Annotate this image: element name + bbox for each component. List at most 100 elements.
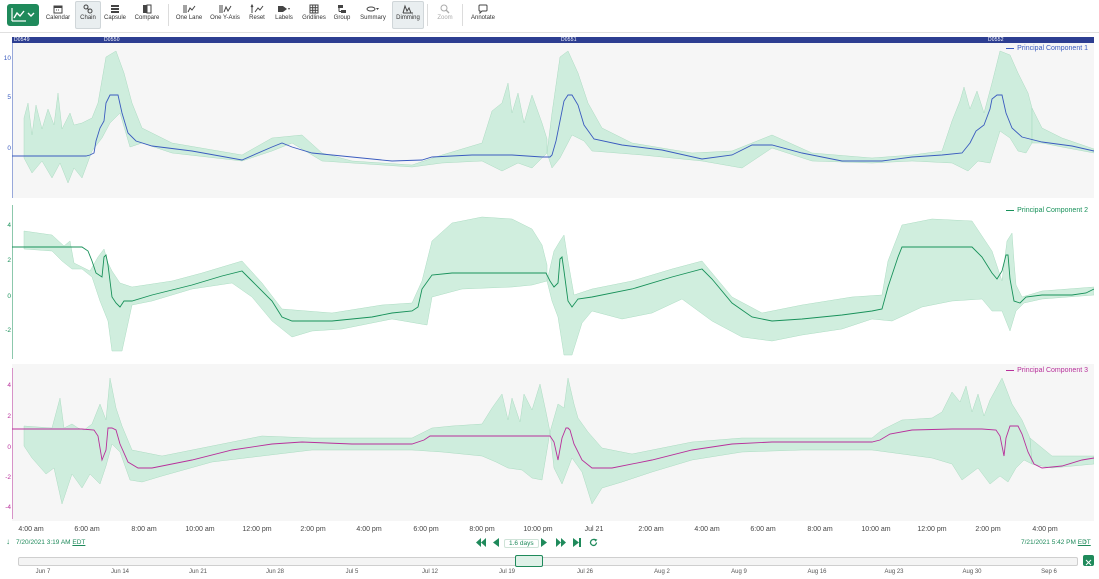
lane-principal-component-1: 10 5 0 Principal Component 1	[4, 43, 1094, 198]
chain-label: Chain	[80, 15, 96, 21]
gridlines-label: Gridlines	[302, 15, 326, 21]
dimming-icon	[402, 4, 413, 14]
pc1-legend-swatch	[1006, 48, 1015, 49]
pc1-ytick: 0	[7, 145, 11, 152]
zoom-label: Zoom	[437, 15, 453, 21]
start-date[interactable]: 7/20/2021 3:19 AM EDT	[16, 539, 85, 546]
labels-button[interactable]: Labels	[272, 2, 296, 28]
x-tick: 10:00 am	[185, 526, 215, 533]
pc3-band-d0551	[549, 377, 1033, 505]
arrow-down-icon[interactable]: ↓	[6, 537, 10, 546]
timeline-tick: Jul 19	[498, 569, 516, 575]
pc3-ytick: -4	[5, 504, 11, 511]
refresh-icon[interactable]	[589, 538, 598, 549]
capsule-button[interactable]: Capsule	[102, 2, 128, 28]
calendar-label: Calendar	[45, 15, 71, 21]
toolbar-separator	[168, 4, 169, 26]
end-date[interactable]: 7/21/2021 5:42 PM EDT	[1021, 539, 1091, 546]
pc1-ytick: 10	[3, 55, 11, 62]
x-tick: 6:00 am	[74, 526, 100, 533]
step-forward-icon[interactable]	[541, 538, 547, 549]
pc3-legend[interactable]: Principal Component 3	[1006, 367, 1088, 374]
one-lane-button[interactable]: One Lane	[174, 2, 204, 28]
timeline-tick: Jun 21	[188, 569, 208, 575]
chain-button[interactable]: Chain	[75, 1, 101, 29]
reset-icon	[250, 4, 264, 13]
step-forward-far-icon[interactable]	[556, 538, 566, 549]
pc1-ytick: 5	[7, 94, 11, 101]
pc3-ytick: 0	[7, 444, 11, 451]
summary-button[interactable]: Summary	[358, 2, 388, 28]
start-timezone[interactable]: EDT	[72, 539, 85, 546]
pc3-ytick: 4	[7, 382, 11, 389]
pc1-band-d0550	[23, 50, 548, 184]
capsule-label[interactable]: D0552	[988, 37, 1004, 43]
dimming-label: Dimming	[396, 15, 420, 21]
compare-label: Compare	[134, 15, 160, 21]
dimming-button[interactable]: Dimming	[392, 1, 424, 29]
pc3-band-d0552	[1029, 437, 1094, 469]
toolbar-separator	[462, 4, 463, 26]
timeline-toggle-button[interactable]	[1083, 555, 1094, 566]
annotate-label: Annotate	[470, 15, 496, 21]
calendar-button[interactable]: Calendar	[45, 2, 71, 28]
toolbar-separator	[427, 4, 428, 26]
step-back-far-icon[interactable]	[476, 538, 486, 549]
group-button[interactable]: Group	[331, 2, 353, 28]
pc1-legend[interactable]: Principal Component 1	[1006, 45, 1088, 52]
timeline-tick: Jul 5	[345, 569, 359, 575]
gridlines-button[interactable]: Gridlines	[300, 2, 328, 28]
x-tick: 4:00 pm	[356, 526, 382, 533]
timeline-tick: Jul 12	[421, 569, 439, 575]
zoom-icon	[440, 4, 450, 14]
capsule-label[interactable]: D0551	[561, 37, 577, 43]
reset-button[interactable]: Reset	[246, 2, 268, 28]
capsule-label[interactable]: D0550	[104, 37, 120, 43]
pc2-legend-swatch	[1006, 210, 1015, 211]
pc3-plot	[12, 368, 1094, 519]
timeline-tick: Aug 30	[962, 569, 982, 575]
pc2-legend[interactable]: Principal Component 2	[1006, 207, 1088, 214]
timeline-window-handle[interactable]	[515, 555, 543, 567]
timeline-tick: Jun 7	[35, 569, 51, 575]
link-icon	[83, 4, 93, 14]
pc2-legend-label: Principal Component 2	[1017, 207, 1088, 214]
pc2-ytick: 4	[7, 222, 11, 229]
pc2-ytick: 2	[7, 257, 11, 264]
compare-button[interactable]: Compare	[133, 2, 161, 28]
start-date-value[interactable]: 7/20/2021 3:19 AM	[16, 539, 71, 546]
one-y-axis-button[interactable]: One Y-Axis	[208, 2, 242, 28]
one-y-axis-icon	[219, 5, 232, 13]
timeline-tick: Sep 6	[1041, 569, 1057, 575]
capsule-label[interactable]: D0549	[14, 37, 30, 43]
trend-view-button[interactable]	[7, 4, 39, 26]
duration-field[interactable]: 1.6 days	[504, 537, 539, 548]
pc2-ytick: -2	[5, 327, 11, 334]
timeline-track[interactable]	[18, 557, 1078, 566]
step-back-icon[interactable]	[493, 538, 499, 549]
compare-icon	[143, 4, 152, 14]
x-tick: 2:00 am	[638, 526, 664, 533]
x-tick: 12:00 pm	[242, 526, 272, 533]
x-tick: 2:00 pm	[300, 526, 326, 533]
trend-chart-icon	[11, 8, 35, 22]
arrow-up-icon[interactable]: ↑	[1083, 537, 1087, 546]
pc2-ytick: 0	[7, 293, 11, 300]
x-tick: 2:00 pm	[975, 526, 1001, 533]
calendar-icon	[53, 5, 63, 14]
lane-principal-component-2: 4 2 0 -2 Principal Component 2	[5, 201, 1094, 361]
duration-value[interactable]: 1.6 days	[504, 539, 539, 548]
zoom-button[interactable]: Zoom	[433, 2, 457, 28]
x-tick: 10:00 am	[861, 526, 891, 533]
timeline-tick: Jun 14	[110, 569, 130, 575]
annotate-button[interactable]: Annotate	[468, 2, 498, 28]
pc3-legend-swatch	[1006, 370, 1015, 371]
toolbar: Calendar Chain Capsule Compare One Lane …	[0, 0, 1099, 33]
end-date-value[interactable]: 7/21/2021 5:42 PM	[1021, 539, 1076, 546]
summary-label: Summary	[360, 15, 386, 21]
skip-to-end-icon[interactable]	[573, 538, 581, 549]
pc3-legend-label: Principal Component 3	[1017, 367, 1088, 374]
x-tick: 8:00 pm	[469, 526, 495, 533]
timeline-tick: Jun 28	[265, 569, 285, 575]
timeline-tick: Aug 16	[807, 569, 827, 575]
